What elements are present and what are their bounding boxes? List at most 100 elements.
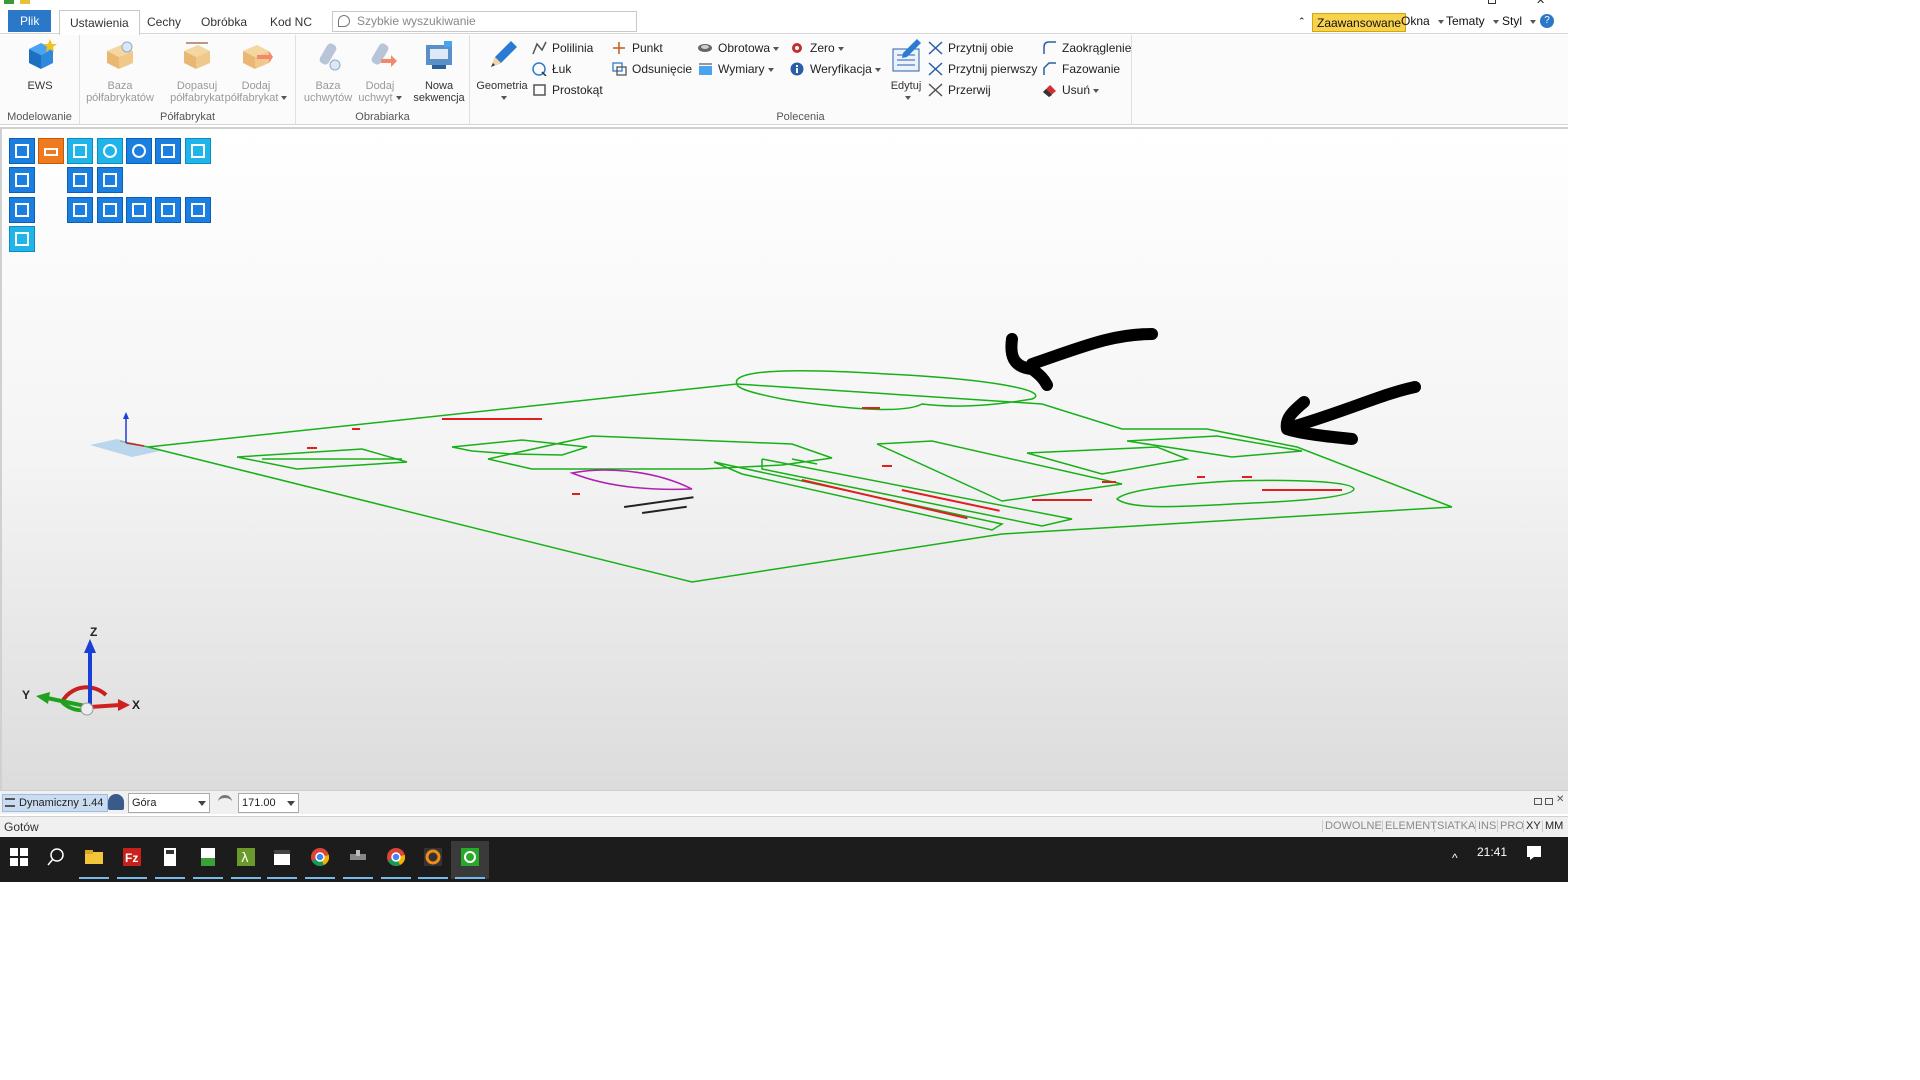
taskbar-orange-app[interactable] (414, 841, 452, 879)
delete-button[interactable]: Usuń (1042, 81, 1100, 99)
rectangle-button[interactable]: Prostokąt (532, 81, 603, 99)
taskbar-calculator[interactable] (151, 841, 189, 879)
edit-button[interactable]: Edytuj (884, 39, 928, 104)
search-icon (47, 848, 64, 866)
tab-file[interactable]: Plik (8, 10, 52, 32)
polyline-icon (532, 41, 547, 55)
add-stock-button[interactable]: Dodaj półfabrykat (220, 39, 292, 104)
tab-features[interactable]: Cechy (137, 10, 191, 34)
arc-button[interactable]: Łuk (532, 60, 571, 78)
pencil-icon (491, 41, 517, 67)
long-slot-1 (713, 461, 1005, 531)
taskbar-chrome-1[interactable] (301, 841, 339, 879)
flag-grid[interactable]: SIATKA (1434, 820, 1477, 832)
close-view-icon[interactable]: ✕ (1556, 794, 1564, 805)
restore-icon[interactable] (1545, 798, 1553, 805)
polyline-button[interactable]: Polilinia (532, 39, 593, 57)
advanced-mode-button[interactable]: Zaawansowane (1312, 13, 1407, 32)
add-stock-label-1: Dodaj (241, 80, 271, 92)
verification-button[interactable]: Weryfikacja (790, 60, 881, 78)
fillet-button[interactable]: Zaokrąglenie (1042, 39, 1131, 57)
offset-label: Odsunięcie (632, 62, 693, 76)
tray-expand-icon[interactable]: ^ (1452, 851, 1458, 865)
taskbar-calendar[interactable] (263, 841, 301, 879)
flag-ins[interactable]: INS (1475, 820, 1498, 832)
flag-xy[interactable]: XY (1523, 820, 1543, 832)
center-contour (487, 435, 833, 470)
taskbar-cam-app[interactable] (339, 841, 377, 879)
dimensions-button[interactable]: Wymiary (698, 60, 774, 78)
verification-label: Weryfikacja (810, 62, 872, 76)
point-button[interactable]: Punkt (612, 39, 663, 57)
notification-icon[interactable] (1526, 845, 1542, 861)
zero-button[interactable]: Zero (790, 39, 844, 57)
quick-search-input[interactable]: Szybkie wyszukiwanie (332, 11, 637, 32)
windows-menu-label: Okna (1401, 14, 1430, 28)
tab-nc-code[interactable]: Kod NC (260, 10, 322, 34)
zoom-level-input[interactable]: 171.00 (238, 793, 299, 813)
machine-icon (350, 850, 366, 860)
zoom-level-value: 171.00 (242, 797, 276, 809)
trim-first-icon (928, 62, 943, 76)
view-select[interactable]: Góra (128, 793, 210, 813)
themes-menu[interactable]: Tematy (1446, 14, 1499, 28)
geometry-button[interactable]: Geometria (472, 39, 532, 104)
taskbar-lambda-app[interactable]: λ (227, 841, 265, 879)
new-sequence-label-1: Nowa (424, 80, 454, 92)
taskbar-filezilla[interactable]: Fz (113, 841, 151, 879)
taskbar-active-cam-app[interactable] (451, 841, 489, 879)
zero-label: Zero (810, 41, 835, 55)
axis-y-label: Y (22, 688, 30, 702)
trim-both-button[interactable]: Przytnij obie (928, 39, 1013, 57)
start-button[interactable] (0, 841, 38, 879)
break-button[interactable]: Przerwij (928, 81, 991, 99)
tab-settings[interactable]: Ustawienia (59, 10, 140, 36)
help-icon[interactable]: ? (1540, 14, 1554, 28)
taskbar-chrome-2[interactable] (377, 841, 415, 879)
annotation-mark (882, 465, 892, 467)
axis-z-label: Z (90, 625, 97, 639)
style-menu[interactable]: Styl (1502, 14, 1537, 28)
offset-button[interactable]: Odsunięcie (612, 60, 692, 78)
annotation-mark (442, 418, 542, 420)
rotary-button[interactable]: Obrotowa (698, 39, 780, 57)
maximize-icon[interactable] (1488, 0, 1496, 4)
search-placeholder: Szybkie wyszukiwanie (357, 14, 476, 28)
stock-base-button[interactable]: Baza półfabrykatów (84, 39, 156, 104)
eraser-icon (1043, 85, 1056, 97)
fixture-base-button[interactable]: Baza uchwytów (300, 39, 356, 104)
taskbar-document-app[interactable] (189, 841, 227, 879)
windows-menu[interactable]: Okna (1401, 14, 1444, 28)
document-icon (201, 848, 215, 866)
taskbar-clock[interactable]: 21:41 (1468, 845, 1516, 859)
flag-free[interactable]: DOWOLNE (1322, 820, 1384, 832)
arrow-2 (1280, 381, 1421, 445)
add-fixture-label-2: uchwyt (354, 92, 406, 104)
layout-icon[interactable] (1534, 798, 1542, 805)
trim-first-button[interactable]: Przytnij pierwszy (928, 60, 1037, 78)
flag-element[interactable]: ELEMENT (1382, 820, 1439, 832)
save-icon[interactable] (4, 0, 14, 4)
taskbar-file-explorer[interactable] (75, 841, 113, 879)
fixture-base-label-1: Baza (315, 80, 341, 92)
break-icon (928, 83, 943, 97)
taskbar-search-button[interactable] (37, 841, 75, 879)
windows-taskbar: Fz λ ^ 21:41 (0, 837, 1568, 882)
arc-label: Łuk (552, 62, 572, 76)
add-fixture-label-1: Dodaj (365, 80, 395, 92)
status-text: Gotów (4, 820, 39, 834)
3d-viewport[interactable]: Z Y X (0, 127, 1568, 790)
chamfer-button[interactable]: Fazowanie (1042, 60, 1120, 78)
dynamic-mode-indicator[interactable]: Dynamiczny 1.44 (2, 794, 109, 812)
group-commands: Geometria Polilinia Łuk Prostokąt Punkt … (470, 35, 1132, 125)
search-icon (338, 15, 350, 27)
new-sequence-button[interactable]: Nowa sekwencja (410, 39, 468, 104)
add-fixture-button[interactable]: Dodaj uchwyt (354, 39, 406, 104)
tab-machining[interactable]: Obróbka (191, 10, 257, 34)
flag-mm[interactable]: MM (1542, 820, 1565, 832)
close-icon[interactable]: ✕ (1536, 0, 1545, 7)
ews-button[interactable]: EWS (18, 39, 62, 92)
open-icon[interactable] (20, 0, 30, 4)
flag-pro[interactable]: PRO (1497, 820, 1526, 832)
collapse-ribbon-icon[interactable]: ⌃ (1298, 16, 1306, 27)
